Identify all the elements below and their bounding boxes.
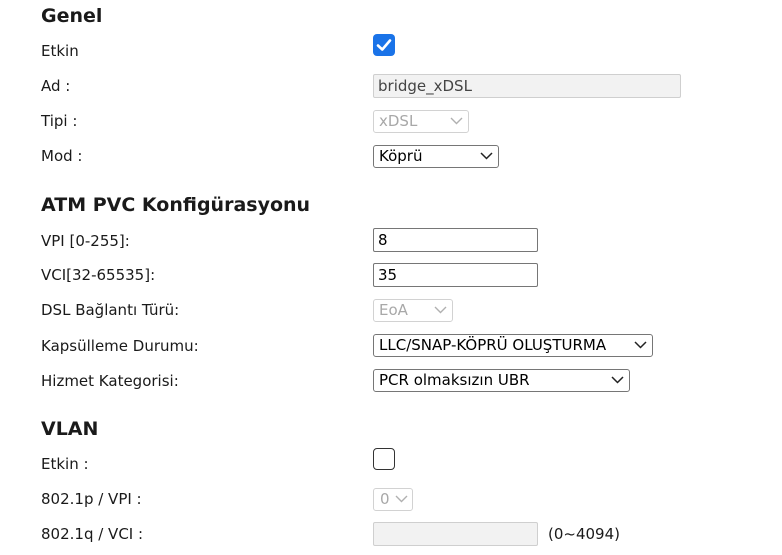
vlan-q-range-hint: (0~4094) — [548, 525, 620, 543]
type-select-value: xDSL — [379, 112, 418, 130]
chevron-down-icon — [395, 495, 408, 503]
checkmark-icon — [376, 39, 392, 51]
mode-select[interactable]: Köprü — [373, 145, 499, 168]
encap-select[interactable]: LLC/SNAP-KÖPRÜ OLUŞTURMA — [373, 334, 653, 357]
chevron-down-icon — [450, 117, 463, 125]
encap-label: Kapsülleme Durumu: — [41, 337, 199, 355]
name-input[interactable]: bridge_xDSL — [373, 74, 681, 98]
service-select-value: PCR olmaksızın UBR — [379, 371, 530, 389]
section-title-vlan: VLAN — [41, 418, 99, 440]
chevron-down-icon — [480, 152, 493, 160]
genel-enabled-label: Etkin — [41, 42, 79, 60]
vlan-q-label: 802.1q / VCI : — [41, 525, 144, 543]
chevron-down-icon — [634, 341, 647, 349]
type-select[interactable]: xDSL — [373, 110, 469, 133]
vlan-p-select[interactable]: 0 — [373, 488, 413, 511]
dsl-type-select-value: EoA — [379, 301, 408, 319]
chevron-down-icon — [434, 306, 447, 314]
chevron-down-icon — [611, 376, 624, 384]
type-label: Tipi : — [41, 112, 78, 130]
vci-input[interactable]: 35 — [373, 263, 538, 287]
dsl-type-label: DSL Bağlantı Türü: — [41, 301, 180, 319]
vpi-input[interactable]: 8 — [373, 228, 538, 252]
encap-select-value: LLC/SNAP-KÖPRÜ OLUŞTURMA — [379, 336, 607, 354]
mode-label: Mod : — [41, 147, 83, 165]
service-select[interactable]: PCR olmaksızın UBR — [373, 369, 630, 392]
mode-select-value: Köprü — [379, 147, 423, 165]
vlan-p-label: 802.1p / VPI : — [41, 490, 142, 508]
vci-label: VCI[32-65535]: — [41, 266, 156, 284]
service-label: Hizmet Kategorisi: — [41, 372, 179, 390]
vpi-label: VPI [0-255]: — [41, 232, 130, 250]
vlan-p-select-value: 0 — [380, 490, 390, 508]
dsl-type-select[interactable]: EoA — [373, 299, 453, 322]
vlan-enabled-label: Etkin : — [41, 455, 89, 473]
vlan-q-input[interactable] — [373, 522, 538, 546]
section-title-genel: Genel — [41, 5, 103, 27]
section-title-atm: ATM PVC Konfigürasyonu — [41, 194, 311, 216]
vlan-enabled-checkbox[interactable] — [373, 448, 395, 470]
genel-enabled-checkbox[interactable] — [373, 34, 395, 56]
name-label: Ad : — [41, 77, 71, 95]
